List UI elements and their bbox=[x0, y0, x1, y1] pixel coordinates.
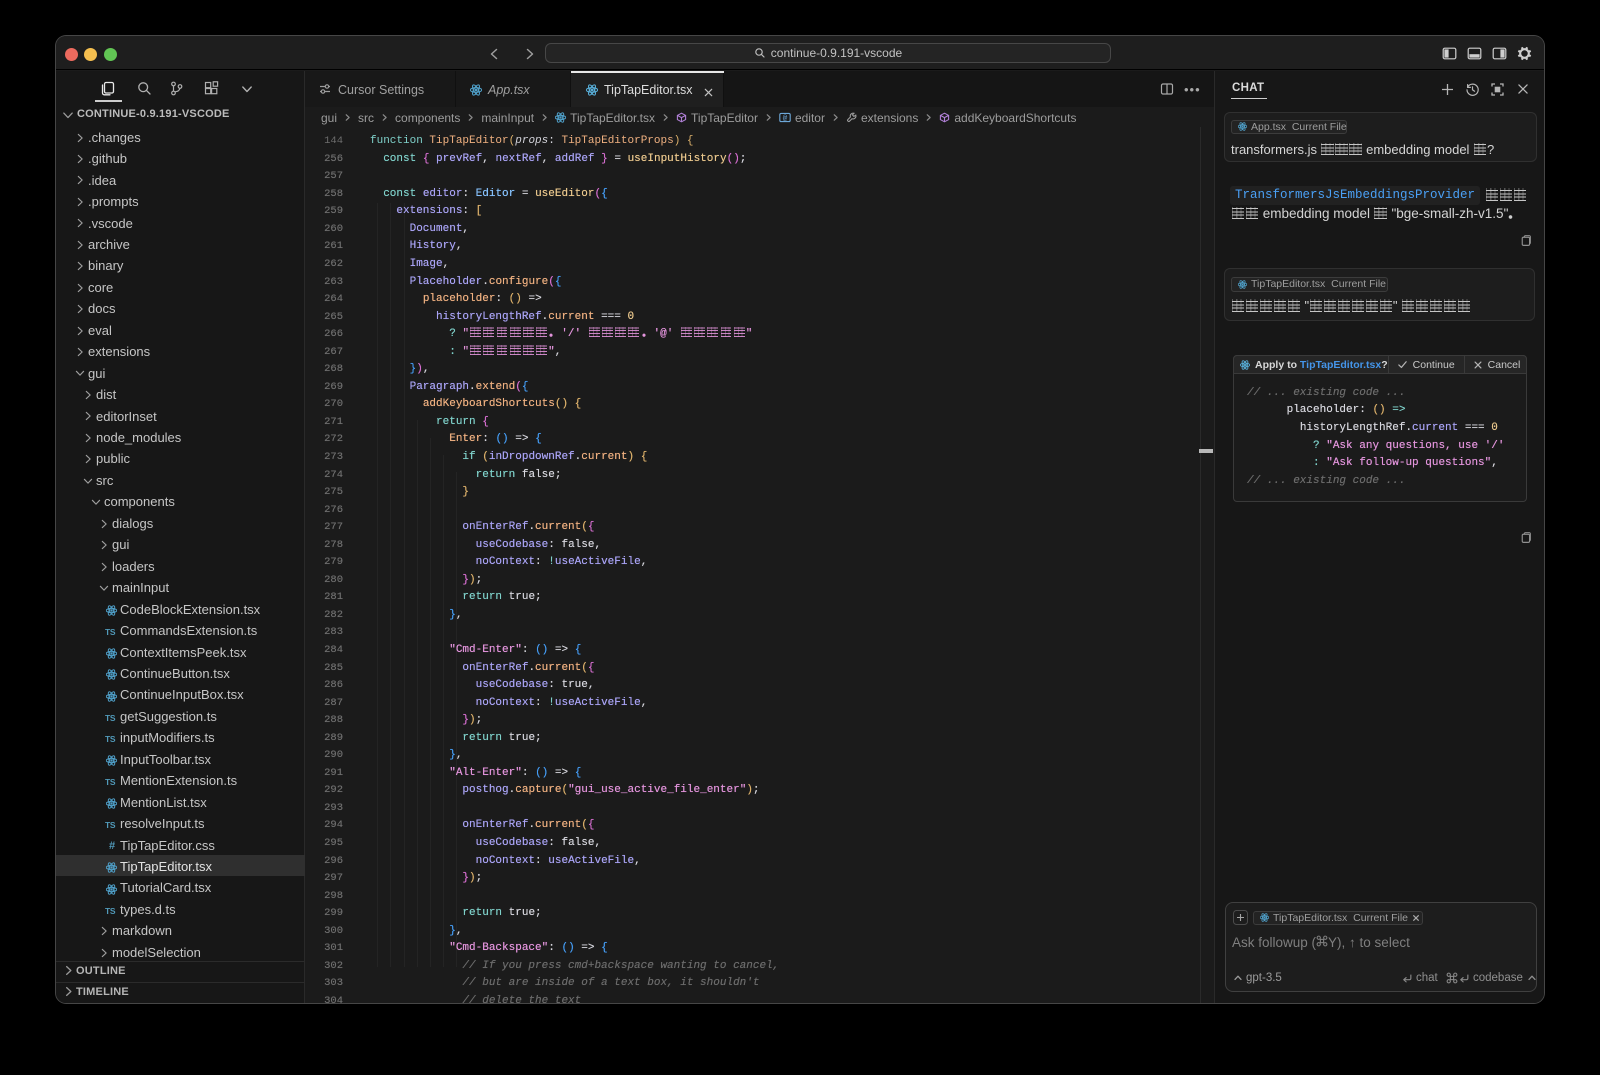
svg-text:@: @ bbox=[783, 115, 788, 123]
